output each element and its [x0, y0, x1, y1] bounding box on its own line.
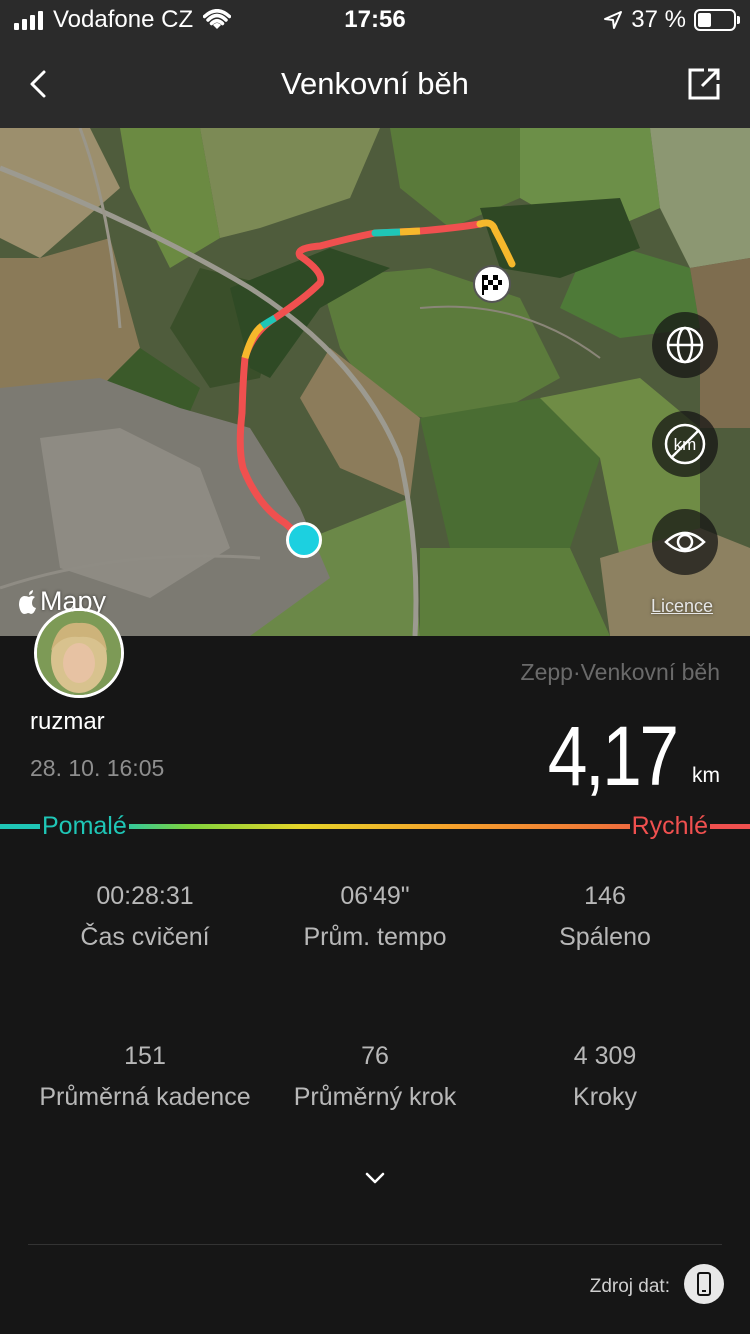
stat-value: 151 [124, 1042, 166, 1070]
apple-logo-icon [19, 589, 36, 614]
nav-bar: Venkovní běh [0, 40, 750, 128]
stat-value: 76 [361, 1042, 389, 1070]
licence-link[interactable]: Licence [651, 596, 713, 617]
visibility-toggle[interactable] [652, 509, 718, 575]
pace-legend: Pomalé Rychlé [0, 808, 750, 844]
stat-label: Kroky [573, 1083, 637, 1111]
pace-slow-label: Pomalé [40, 810, 129, 843]
stat-value: 146 [584, 882, 626, 910]
stat-value: 4 309 [573, 1042, 637, 1070]
km-off-icon: km [664, 423, 706, 465]
distance-unit: km [692, 764, 720, 787]
share-icon[interactable] [684, 64, 724, 104]
data-source-device-button[interactable] [684, 1264, 724, 1304]
globe-icon [666, 326, 704, 364]
stat-label: Spáleno [559, 923, 651, 951]
stat-label: Průměrná kadence [39, 1083, 251, 1111]
km-markers-toggle[interactable]: km [652, 411, 718, 477]
start-point-marker [286, 522, 322, 558]
eye-icon [664, 531, 706, 553]
data-source-label: Zdroj dat: [589, 1276, 670, 1297]
stat-duration: 00:28:31 Čas cvičení [20, 882, 270, 952]
distance-value: 4,17 [547, 709, 678, 803]
stat-value: 06'49" [340, 882, 410, 910]
workout-datetime: 28. 10. 16:05 [30, 755, 165, 781]
stat-label: Čas cvičení [80, 923, 210, 951]
stat-value: 00:28:31 [96, 882, 194, 910]
battery-icon [694, 9, 740, 31]
divider [28, 1244, 722, 1245]
phone-icon [697, 1272, 711, 1296]
avatar[interactable] [34, 608, 124, 698]
stat-steps: 4 309 Kroky [480, 1042, 730, 1112]
status-bar: Vodafone CZ 17:56 37 % [0, 0, 750, 40]
page-title: Venkovní běh [281, 66, 469, 101]
stat-calories: 146 Spáleno [480, 882, 730, 952]
source-app-label: Zepp·Venkovní běh [520, 659, 720, 685]
stat-avg-cadence: 151 Průměrná kadence [20, 1042, 270, 1112]
stat-label: Průměrný krok [293, 1083, 457, 1111]
status-bar-right: 37 % [603, 6, 740, 34]
username: ruzmar [30, 708, 105, 735]
avatar-photo [37, 611, 121, 695]
expand-chevron-icon[interactable] [363, 1170, 387, 1186]
satellite-map-background [0, 128, 750, 636]
stat-avg-pace: 06'49" Prům. tempo [250, 882, 500, 952]
route-map[interactable]: km Mapy Licence [0, 128, 750, 636]
stat-avg-stride: 76 Průměrný krok [250, 1042, 500, 1112]
stat-label: Prům. tempo [303, 923, 447, 951]
battery-percent: 37 % [631, 6, 686, 33]
map-type-button[interactable] [652, 312, 718, 378]
pace-fast-label: Rychlé [629, 810, 710, 843]
location-arrow-icon [604, 11, 623, 29]
finish-flag-icon [473, 265, 511, 303]
